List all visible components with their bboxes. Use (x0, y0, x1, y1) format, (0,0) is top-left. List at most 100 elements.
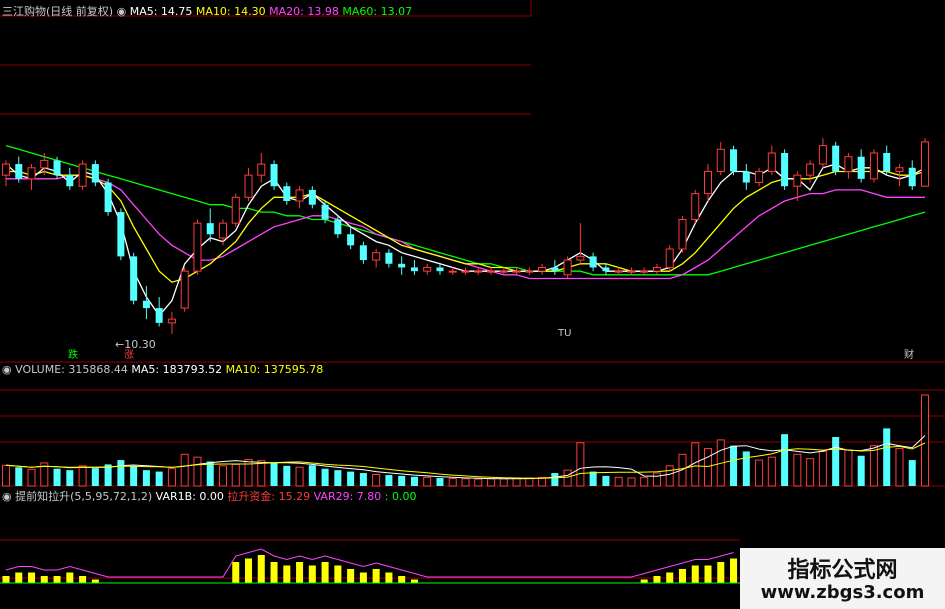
candle-body (1, 163, 11, 176)
ma60-label: MA60: 13.07 (342, 5, 413, 18)
candle-body (193, 222, 202, 272)
candle-body (589, 256, 597, 268)
volume-bar (448, 478, 457, 487)
candle-body (487, 270, 496, 273)
candle-body (512, 270, 521, 273)
volume-bar (295, 466, 304, 487)
volume-bar (334, 470, 342, 486)
candle-body (448, 270, 457, 273)
candle-body (410, 267, 418, 272)
volume-bar (359, 473, 367, 486)
indicator-bar (270, 562, 278, 583)
volume-bar (27, 468, 36, 487)
volume-bar (206, 461, 214, 486)
candle-body (767, 152, 776, 172)
indicator-name: 提前知拉升(5,5,95,72,1,2) (15, 490, 153, 503)
volume-bar (257, 460, 266, 487)
indicator-bar (257, 555, 265, 583)
indicator-bar (283, 565, 291, 583)
volume-bar (270, 462, 278, 486)
volume-ma10: MA10: 137595.78 (225, 363, 324, 376)
indicator-bar (653, 576, 661, 583)
stock-name[interactable]: 三江购物(日线 前复权) (2, 5, 113, 18)
volume-bar (920, 394, 930, 487)
candle-body (818, 145, 827, 165)
indicator-bar (308, 565, 316, 583)
volume-bar (793, 453, 802, 487)
volume-bar (372, 473, 381, 487)
candle-body (180, 270, 189, 309)
candle-body (602, 267, 610, 272)
ma20-path (6, 174, 925, 280)
candle-body (551, 267, 559, 272)
volume-bar (461, 478, 470, 487)
marker-zhang[interactable]: 涨 (124, 346, 134, 361)
volume-bar (767, 456, 776, 487)
ma20-line (6, 174, 925, 280)
candle-body (665, 248, 674, 268)
candle-body (627, 270, 636, 273)
candle-body (614, 270, 623, 273)
candle-body (334, 219, 342, 235)
candle-body (104, 182, 112, 213)
ma10-label: MA10: 14.30 (195, 5, 266, 18)
marker-tu[interactable]: TU (558, 328, 571, 339)
candle-body (640, 270, 649, 273)
volume-value: VOLUME: 315868.44 (15, 363, 128, 376)
volume-bar (130, 466, 138, 486)
volume-bars (1, 394, 930, 487)
volume-bar (665, 465, 674, 487)
volume-bar (283, 465, 291, 486)
candle-body (91, 164, 99, 183)
volume-icon[interactable]: ◉ (2, 363, 12, 376)
volume-bar (742, 451, 750, 486)
indicator-bar (296, 562, 304, 583)
volume-bar (589, 471, 597, 486)
marker-cai[interactable]: 财 (904, 346, 914, 361)
volume-bar (832, 437, 840, 486)
candles (1, 138, 930, 334)
volume-bar (117, 460, 125, 486)
volume-bar (142, 470, 150, 486)
candle-body (883, 153, 891, 172)
stock-chart[interactable] (0, 0, 945, 609)
volume-bar (398, 475, 406, 486)
candle-body (474, 270, 483, 273)
indicator-bar (2, 576, 10, 583)
volume-bar (321, 468, 329, 486)
candle-body (372, 252, 381, 261)
indicator-bar (704, 565, 712, 583)
volume-bar (15, 467, 23, 486)
candle-body (130, 256, 138, 301)
marker-die[interactable]: 跌 (68, 346, 78, 361)
indicator-bars (2, 555, 738, 583)
volume-bar (755, 459, 764, 487)
candle-body (806, 163, 815, 176)
candle-body (385, 252, 393, 264)
candle-body (78, 163, 87, 187)
volume-bar (512, 478, 521, 487)
indicator-bar (40, 576, 48, 583)
candle-body (678, 218, 687, 250)
candle-body (908, 167, 916, 187)
low-annotation: ←10.30 (115, 338, 156, 351)
candle-body (283, 186, 291, 201)
indicator-bar (28, 572, 36, 583)
volume-bar (78, 465, 87, 487)
volume-bar (1, 464, 11, 487)
candle-body (704, 170, 713, 195)
volume-bar (551, 473, 559, 486)
candle-body (538, 266, 547, 272)
volume-bar (883, 428, 891, 486)
indicator-bar (398, 576, 406, 583)
volume-bar (652, 472, 661, 487)
candle-body (295, 189, 304, 202)
indicator-icon[interactable]: ◉ (2, 490, 12, 503)
candle-body (563, 259, 572, 276)
indicator-bar (321, 562, 329, 583)
candle-body (857, 156, 865, 179)
ma5-label: MA5: 14.75 (129, 5, 193, 18)
candle-body (142, 300, 150, 309)
volume-bar (844, 449, 853, 487)
settings-icon[interactable]: ◉ (117, 5, 127, 18)
